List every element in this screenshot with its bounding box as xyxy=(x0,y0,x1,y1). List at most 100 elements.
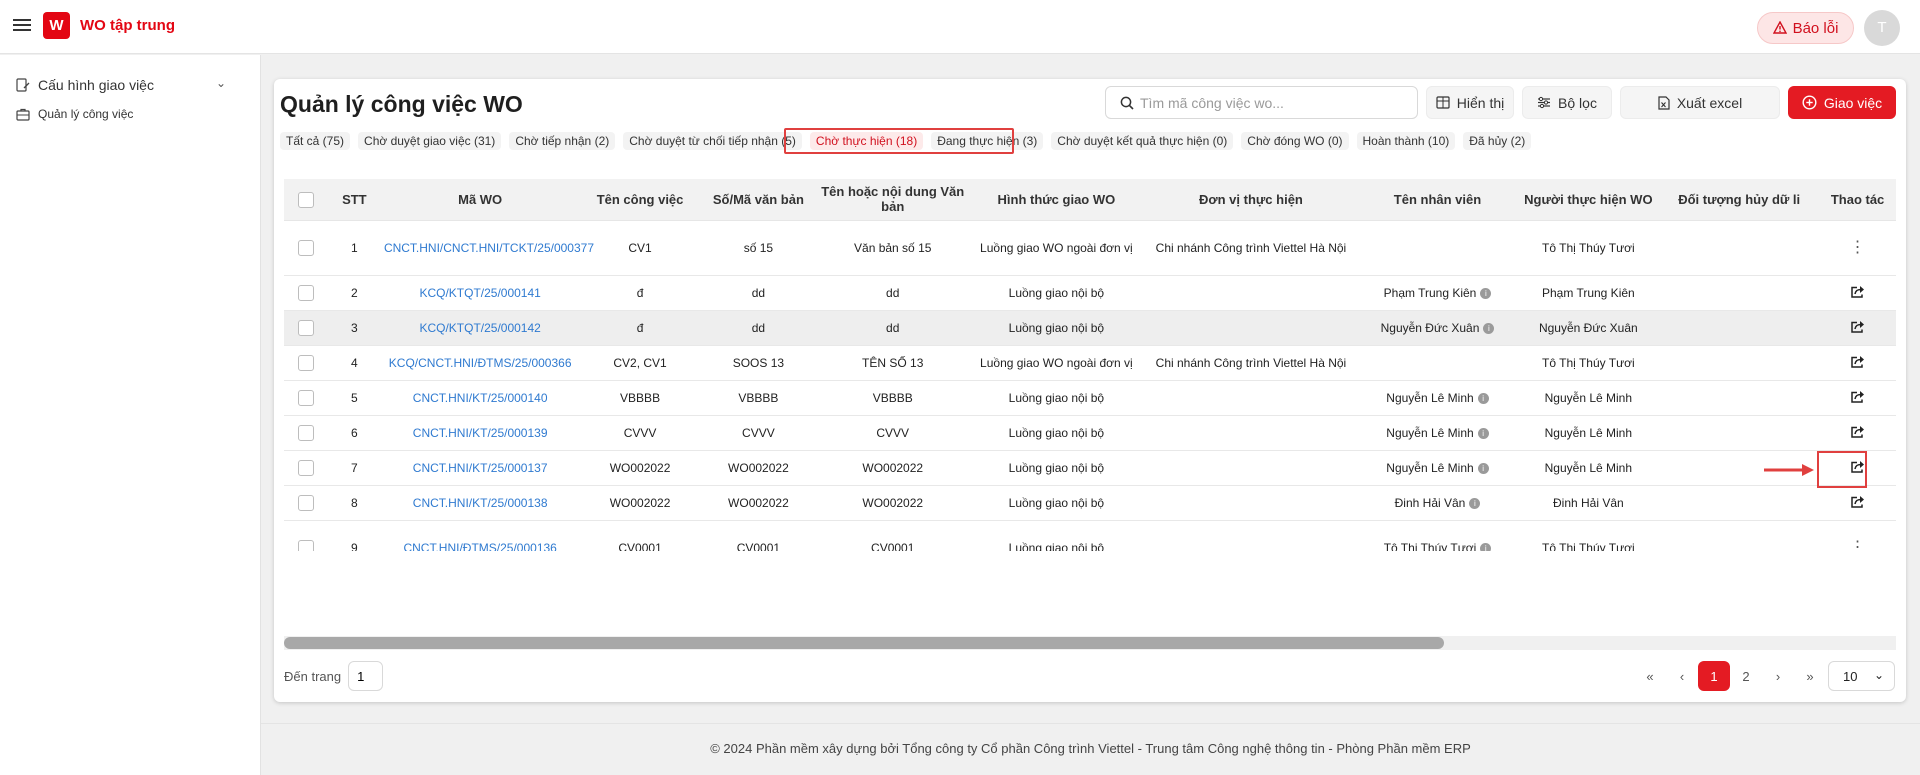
info-icon[interactable]: i xyxy=(1480,287,1492,299)
share-icon[interactable] xyxy=(1850,390,1865,406)
select-all-checkbox[interactable] xyxy=(298,191,315,208)
assign-work-button[interactable]: Giao việc xyxy=(1788,86,1896,119)
share-icon[interactable] xyxy=(1850,355,1865,371)
tab-completed[interactable]: Hoàn thành (10) xyxy=(1356,132,1456,150)
wo-code-link[interactable]: KCQ/KTQT/25/000141 xyxy=(419,286,540,300)
wo-code-link[interactable]: CNCT.HNI/ĐTMS/25/000136 xyxy=(403,541,556,552)
user-avatar[interactable]: T xyxy=(1864,10,1900,46)
cell-mode: Luồng giao nội bộ xyxy=(968,275,1145,311)
sidebar-group-config[interactable]: Cấu hình giao việc ⌄ xyxy=(16,72,226,98)
row-checkbox[interactable] xyxy=(298,539,315,551)
employee-name: Đinh Hải Vân xyxy=(1394,495,1466,510)
wo-code-link[interactable]: CNCT.HNI/KT/25/000138 xyxy=(413,496,548,510)
row-select-cell xyxy=(284,220,329,276)
report-bug-button[interactable]: Báo lỗi xyxy=(1757,12,1854,44)
row-checkbox[interactable] xyxy=(298,424,315,441)
sidebar-group-label: Cấu hình giao việc xyxy=(38,77,154,93)
filter-button[interactable]: Bộ lọc xyxy=(1522,86,1612,119)
wo-code-link[interactable]: CNCT.HNI/KT/25/000137 xyxy=(413,461,548,475)
cell-unit xyxy=(1144,450,1358,486)
page-1-button[interactable]: 1 xyxy=(1698,661,1730,691)
app-title[interactable]: WO tập trung xyxy=(80,17,175,34)
wo-code-link[interactable]: CNCT.HNI/CNCT.HNI/TCKT/25/000377 xyxy=(384,241,594,255)
tab-pending-receive[interactable]: Chờ tiếp nhận (2) xyxy=(509,132,616,150)
row-checkbox[interactable] xyxy=(298,459,315,476)
search-box[interactable] xyxy=(1105,86,1418,119)
last-page-icon[interactable]: » xyxy=(1794,661,1826,691)
share-icon[interactable] xyxy=(1850,495,1865,511)
info-icon[interactable]: i xyxy=(1480,542,1492,551)
cell-unit: Chi nhánh Công trình Viettel Hà Nội xyxy=(1144,220,1358,276)
share-icon[interactable] xyxy=(1850,425,1865,441)
info-icon[interactable]: i xyxy=(1483,322,1495,334)
horizontal-scrollbar[interactable] xyxy=(284,636,1896,650)
cell-employee: Phạm Trung Kiên i xyxy=(1357,275,1518,311)
info-icon[interactable]: i xyxy=(1469,497,1481,509)
wo-code-link[interactable]: CNCT.HNI/KT/25/000139 xyxy=(413,426,548,440)
cell-unit: Chi nhánh Công trình Viettel Hà Nội xyxy=(1144,345,1358,381)
row-checkbox[interactable] xyxy=(298,354,315,371)
row-checkbox[interactable] xyxy=(298,284,315,301)
cell-stt: 6 xyxy=(328,415,380,451)
wo-table: STT Mã WO Tên công việc Số/Mã văn bản Tê… xyxy=(284,179,1896,551)
cell-task: WO002022 xyxy=(580,485,700,521)
cell-executor: Nguyễn Lê Minh xyxy=(1517,380,1660,416)
cell-actions xyxy=(1819,275,1896,311)
tab-in-progress[interactable]: Đang thực hiện (3) xyxy=(931,132,1044,150)
next-page-icon[interactable]: › xyxy=(1762,661,1794,691)
more-options-icon[interactable]: ⋮ xyxy=(1850,539,1866,551)
cell-mode: Luồng giao nội bộ xyxy=(968,415,1145,451)
info-icon[interactable]: i xyxy=(1477,462,1489,474)
scrollbar-thumb[interactable] xyxy=(284,637,1444,649)
first-page-icon[interactable]: « xyxy=(1634,661,1666,691)
wo-code-link[interactable]: KCQ/KTQT/25/000142 xyxy=(419,321,540,335)
cell-executor: Tô Thị Thúy Tươi xyxy=(1517,220,1660,276)
more-options-icon[interactable]: ⋮ xyxy=(1850,239,1866,256)
display-button[interactable]: Hiển thị xyxy=(1426,86,1514,119)
page-size-select[interactable]: 10 ⌄ xyxy=(1828,661,1895,691)
status-tabs: Tất cả (75) Chờ duyệt giao việc (31) Chờ… xyxy=(280,131,1539,151)
top-bar: W WO tập trung Báo lỗi T xyxy=(0,0,1920,54)
hamburger-menu-icon[interactable] xyxy=(13,16,31,34)
table-row: 8 CNCT.HNI/KT/25/000138 WO002022 WO002022 WO… xyxy=(284,485,1896,521)
cell-doc-name: CVVV xyxy=(817,415,969,451)
tab-pending-reject-approval[interactable]: Chờ duyệt từ chối tiếp nhận (5) xyxy=(623,132,802,150)
goto-page-input[interactable] xyxy=(348,661,384,691)
page-2-button[interactable]: 2 xyxy=(1730,661,1762,691)
cell-stt: 5 xyxy=(328,380,380,416)
warning-icon xyxy=(1772,21,1787,34)
row-checkbox[interactable] xyxy=(298,319,315,336)
share-icon[interactable] xyxy=(1850,320,1865,336)
info-icon[interactable]: i xyxy=(1477,392,1489,404)
share-icon[interactable] xyxy=(1850,285,1865,301)
cell-doc-name: CV0001 xyxy=(817,520,969,551)
row-checkbox[interactable] xyxy=(298,389,315,406)
wo-code-link[interactable]: KCQ/CNCT.HNI/ĐTMS/25/000366 xyxy=(389,356,572,370)
row-checkbox[interactable] xyxy=(298,239,315,256)
tab-pending-approval[interactable]: Chờ duyệt giao việc (31) xyxy=(358,132,502,150)
search-input[interactable] xyxy=(1140,94,1400,111)
export-excel-button[interactable]: Xuất excel xyxy=(1620,86,1780,119)
tab-all[interactable]: Tất cả (75) xyxy=(280,132,351,150)
share-icon[interactable] xyxy=(1850,460,1865,476)
tab-pending-close[interactable]: Chờ đóng WO (0) xyxy=(1241,132,1349,150)
employee-name: Phạm Trung Kiên xyxy=(1383,285,1477,300)
cell-stt: 1 xyxy=(328,220,380,276)
cell-doc-no: dd xyxy=(699,275,818,311)
cell-task: CV2, CV1 xyxy=(580,345,700,381)
cell-code: CNCT.HNI/KT/25/000139 xyxy=(379,415,581,451)
tab-pending-result-approval[interactable]: Chờ duyệt kết quả thực hiện (0) xyxy=(1051,132,1234,150)
sidebar-item-work-management[interactable]: Quản lý công việc xyxy=(16,103,133,125)
plus-circle-icon xyxy=(1802,95,1817,110)
cell-task: WO002022 xyxy=(580,450,700,486)
wo-code-link[interactable]: CNCT.HNI/KT/25/000140 xyxy=(413,391,548,405)
tab-pending-execution[interactable]: Chờ thực hiện (18) xyxy=(809,132,924,150)
info-icon[interactable]: i xyxy=(1477,427,1489,439)
row-checkbox[interactable] xyxy=(298,494,315,511)
cell-stt: 4 xyxy=(328,345,380,381)
cell-mode: Luồng giao WO ngoài đơn vị xyxy=(968,345,1145,381)
row-select-cell xyxy=(284,310,329,346)
prev-page-icon[interactable]: ‹ xyxy=(1666,661,1698,691)
briefcase-icon xyxy=(16,108,30,121)
tab-cancelled[interactable]: Đã hủy (2) xyxy=(1463,132,1532,150)
